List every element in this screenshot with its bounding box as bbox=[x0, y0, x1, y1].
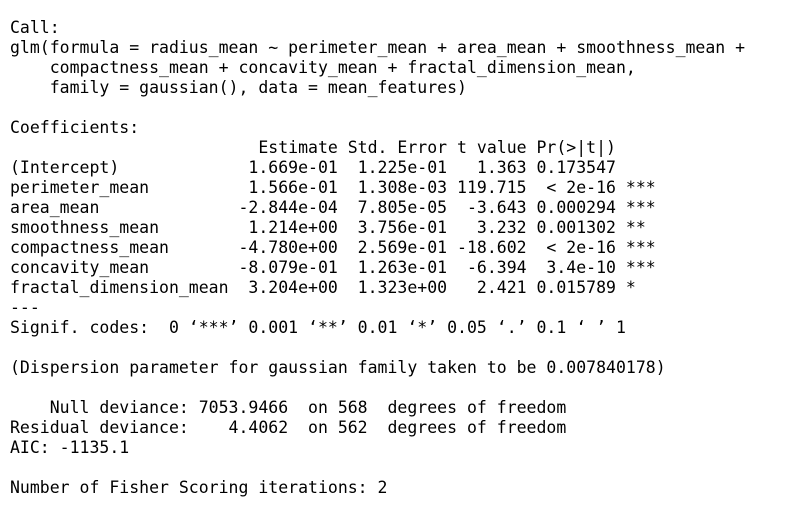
glm-formula-line-2: compactness_mean + concavity_mean + frac… bbox=[10, 58, 636, 77]
coef-row-concavity-mean: concavity_mean -8.079e-01 1.263e-01 -6.3… bbox=[10, 258, 656, 277]
r-console-output: Call: glm(formula = radius_mean ~ perimet… bbox=[10, 18, 745, 498]
dispersion-line: (Dispersion parameter for gaussian famil… bbox=[10, 358, 666, 377]
coef-row-perimeter-mean: perimeter_mean 1.566e-01 1.308e-03 119.7… bbox=[10, 178, 656, 197]
call-header-line: Call: bbox=[10, 18, 60, 37]
residual-deviance-line: Residual deviance: 4.4062 on 562 degrees… bbox=[10, 418, 567, 437]
glm-formula-line-1: glm(formula = radius_mean ~ perimeter_me… bbox=[10, 38, 746, 57]
coef-row-intercept: (Intercept) 1.669e-01 1.225e-01 1.363 0.… bbox=[10, 158, 656, 177]
coefficients-column-headers: Estimate Std. Error t value Pr(>|t|) bbox=[10, 138, 656, 157]
aic-line: AIC: -1135.1 bbox=[10, 438, 130, 457]
coef-row-fractal-dimension-mean: fractal_dimension_mean 3.204e+00 1.323e+… bbox=[10, 278, 656, 297]
coef-row-compactness-mean: compactness_mean -4.780e+00 2.569e-01 -1… bbox=[10, 238, 656, 257]
fisher-iterations-line: Number of Fisher Scoring iterations: 2 bbox=[10, 478, 388, 497]
glm-formula-line-3: family = gaussian(), data = mean_feature… bbox=[10, 78, 467, 97]
separator-line: --- bbox=[10, 298, 40, 317]
coef-row-smoothness-mean: smoothness_mean 1.214e+00 3.756e-01 3.23… bbox=[10, 218, 656, 237]
signif-codes-line: Signif. codes: 0 ‘***’ 0.001 ‘**’ 0.01 ‘… bbox=[10, 318, 626, 337]
coef-row-area-mean: area_mean -2.844e-04 7.805e-05 -3.643 0.… bbox=[10, 198, 656, 217]
null-deviance-line: Null deviance: 7053.9466 on 568 degrees … bbox=[10, 398, 567, 417]
coefficients-header-line: Coefficients: bbox=[10, 118, 140, 137]
